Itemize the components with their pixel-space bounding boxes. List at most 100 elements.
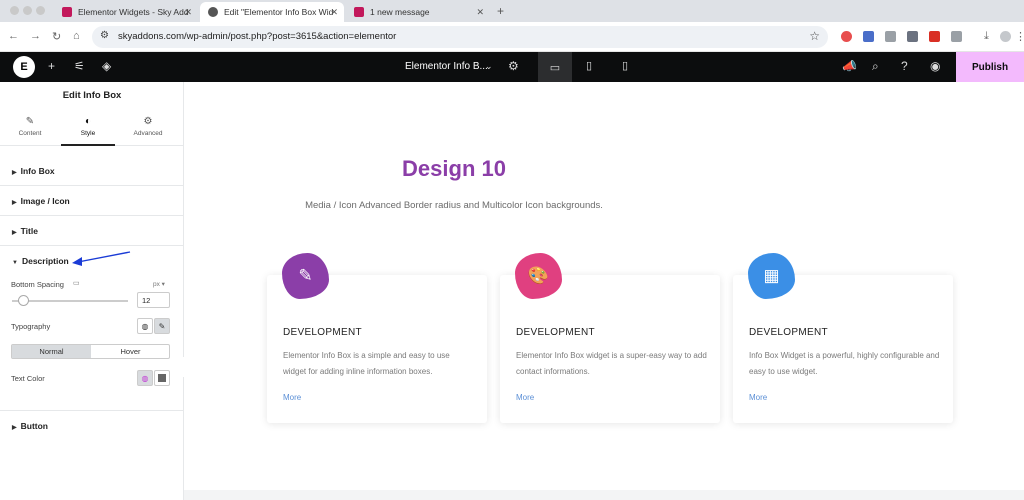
info-box-card[interactable]: ✎ DEVELOPMENT Elementor Info Box is a si…	[267, 253, 487, 423]
color-swatch[interactable]	[154, 370, 170, 386]
section-label: Button	[20, 421, 49, 431]
maximize-window-button[interactable]	[36, 6, 45, 15]
card-more-link[interactable]: More	[516, 393, 534, 402]
card-title: DEVELOPMENT	[283, 327, 362, 338]
card-description: Info Box Widget is a powerful, highly co…	[749, 351, 940, 376]
new-tab-icon[interactable]: +	[497, 4, 504, 18]
help-icon[interactable]: ?	[901, 59, 908, 73]
elementor-top-bar: E + ⚟ ◈ Elementor Info B... ⌄ ⚙ ▭ ▯ ▯ 📣 …	[0, 52, 1024, 82]
home-icon[interactable]: ⌂	[73, 30, 80, 42]
design-subheading: Media / Icon Advanced Border radius and …	[305, 200, 603, 211]
unit-selector[interactable]: px ▾	[153, 280, 165, 288]
minimize-window-button[interactable]	[23, 6, 32, 15]
browser-tab-active[interactable]: Edit "Elementor Info Box Wid ✕	[200, 2, 344, 22]
caret-right-icon: ▶	[12, 425, 17, 431]
close-tab-icon[interactable]: ✕	[476, 7, 484, 18]
responsive-desktop-icon[interactable]: ▭	[73, 279, 80, 287]
bottom-spacing-slider-track[interactable]	[12, 300, 128, 302]
profile-avatar-icon[interactable]	[1000, 31, 1011, 42]
back-icon[interactable]: ←	[8, 30, 19, 42]
brush-icon: ✎	[282, 253, 329, 299]
tab-label: Content	[18, 130, 42, 137]
tab-normal[interactable]: Normal	[12, 345, 91, 358]
page-settings-gear-icon[interactable]: ⚙	[508, 59, 519, 73]
section-button[interactable]: ▶ Button	[0, 411, 184, 441]
extension-bookmark-icon[interactable]	[907, 31, 918, 42]
gear-icon: ⚙	[143, 116, 153, 127]
globe-icon	[208, 7, 218, 17]
extensions-puzzle-icon[interactable]	[951, 31, 962, 42]
tab-advanced[interactable]: ⚙ Advanced	[121, 112, 175, 146]
tab-label: Advanced	[133, 130, 163, 137]
browser-tab[interactable]: Elementor Widgets - Sky Add ✕	[54, 2, 198, 22]
mobile-icon[interactable]: ▯	[622, 59, 628, 72]
edit-pencil-icon[interactable]: ✎	[154, 318, 170, 334]
close-tab-icon[interactable]: ✕	[184, 7, 192, 18]
image-icon: ▦	[748, 253, 795, 299]
site-favicon-icon	[62, 7, 72, 17]
close-window-button[interactable]	[10, 6, 19, 15]
reload-icon[interactable]: ↻	[52, 30, 61, 43]
site-favicon-icon	[354, 7, 364, 17]
bottom-spacing-slider-handle[interactable]	[18, 295, 29, 306]
editor-panel: Edit Info Box ✎ Content ◐ Style ⚙ Advanc…	[0, 82, 184, 500]
next-section-band	[184, 490, 1024, 500]
info-box-card[interactable]: 🎨 DEVELOPMENT Elementor Info Box widget …	[500, 253, 720, 423]
close-tab-icon[interactable]: ✕	[330, 7, 338, 18]
notifications-megaphone-icon[interactable]: 📣	[842, 59, 857, 73]
caret-down-icon: ▼	[12, 260, 18, 266]
global-color-icon[interactable]: ◍	[137, 370, 153, 386]
responsive-mode-switcher: ▭ ▯ ▯	[538, 52, 643, 82]
site-settings-icon[interactable]: ⚙	[100, 30, 109, 41]
extension-shield-icon[interactable]	[863, 31, 874, 42]
download-icon[interactable]: ⤓	[984, 30, 989, 43]
extension-ghost-icon[interactable]	[885, 31, 896, 42]
tab-title: Edit "Elementor Info Box Wid	[224, 7, 334, 17]
tab-hover[interactable]: Hover	[91, 345, 170, 358]
card-description: Elementor Info Box widget is a super-eas…	[516, 351, 707, 376]
address-bar[interactable]: ⚙ skyaddons.com/wp-admin/post.php?post=3…	[92, 26, 828, 48]
bookmark-star-icon[interactable]: ☆	[809, 29, 820, 43]
search-icon[interactable]: ⌕	[872, 59, 879, 74]
card-title: DEVELOPMENT	[516, 327, 595, 338]
typography-label: Typography	[11, 322, 51, 331]
card-description: Elementor Info Box is a simple and easy …	[283, 351, 450, 376]
tab-title: Elementor Widgets - Sky Add	[78, 7, 189, 17]
caret-right-icon: ▶	[12, 230, 17, 236]
extension-font-icon[interactable]	[929, 31, 940, 42]
tab-content[interactable]: ✎ Content	[3, 112, 57, 146]
pencil-icon: ✎	[25, 116, 35, 127]
browser-tab[interactable]: 1 new message ✕	[346, 2, 490, 22]
browser-tab-bar: Elementor Widgets - Sky Add ✕ Edit "Elem…	[0, 0, 1024, 22]
color-swatch-fill	[158, 374, 166, 382]
desktop-icon[interactable]: ▭	[538, 52, 572, 82]
add-element-icon[interactable]: +	[48, 59, 55, 73]
unit-label: px	[153, 281, 160, 288]
chevron-down-icon[interactable]: ⌄	[485, 61, 493, 72]
card-more-link[interactable]: More	[749, 393, 767, 402]
document-title[interactable]: Elementor Info B...	[405, 61, 488, 72]
design-heading: Design 10	[402, 156, 506, 181]
forward-icon[interactable]: →	[30, 30, 41, 42]
card-more-link[interactable]: More	[283, 393, 301, 402]
section-label: Description	[21, 256, 69, 266]
section-title[interactable]: ▶ Title	[0, 216, 184, 246]
site-settings-sliders-icon[interactable]: ⚟	[74, 59, 85, 73]
structure-layers-icon[interactable]: ◈	[102, 59, 111, 73]
tab-title: 1 new message	[370, 7, 430, 17]
preview-eye-icon[interactable]: ◉	[930, 59, 940, 73]
tab-label: Style	[80, 130, 96, 137]
browser-menu-icon[interactable]: ⋮	[1015, 30, 1024, 43]
annotation-arrow	[72, 251, 131, 266]
palette-icon: 🎨	[515, 253, 562, 299]
bottom-spacing-label: Bottom Spacing	[11, 280, 64, 289]
bottom-spacing-input[interactable]: 12	[137, 292, 170, 308]
section-description-header[interactable]: ▼ Description	[12, 256, 69, 266]
tablet-icon[interactable]: ▯	[586, 59, 592, 72]
reset-globe-icon[interactable]: ◍	[137, 318, 153, 334]
tab-style[interactable]: ◐ Style	[61, 112, 115, 146]
elementor-logo-icon[interactable]: E	[13, 56, 35, 78]
publish-button[interactable]: Publish	[956, 52, 1024, 82]
extension-chrome-icon[interactable]	[841, 31, 852, 42]
info-box-card[interactable]: ▦ DEVELOPMENT Info Box Widget is a power…	[733, 253, 953, 423]
